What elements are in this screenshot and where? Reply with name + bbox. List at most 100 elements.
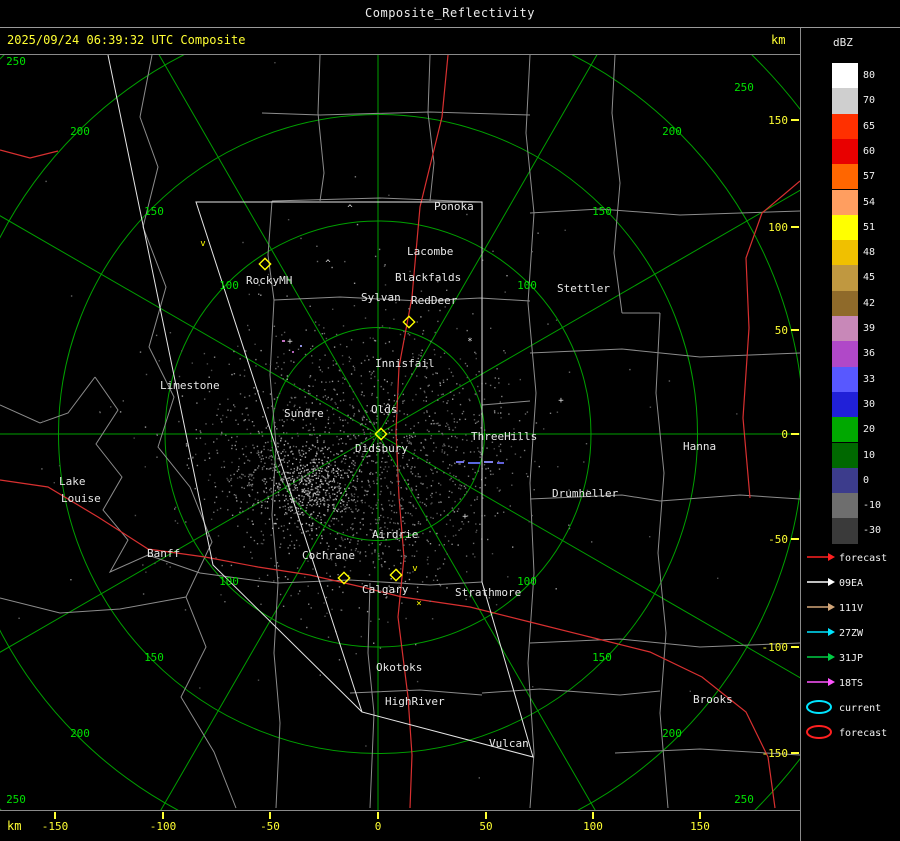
range-label: 250 [6, 793, 26, 806]
range-label: 150 [144, 205, 164, 218]
city-label: Brooks [693, 693, 733, 706]
x-axis-tick [485, 812, 487, 819]
legend-symbol-09EA [805, 574, 835, 593]
colorbar-value: 45 [863, 272, 875, 283]
radar-viewer-window: Composite_Reflectivity 2025/09/24 06:39:… [0, 0, 900, 841]
colorbar-value: 80 [863, 70, 875, 81]
colorbar-swatch [832, 316, 858, 341]
legend-symbol-31JP [805, 649, 835, 668]
radar-map-canvas: 2502001501001001502002501001502002501001… [0, 55, 800, 810]
y-axis-unit-label: km [771, 33, 785, 47]
colorbar-swatch [832, 114, 858, 139]
y-axis-label: 0 [781, 428, 788, 441]
city-label: Sylvan [361, 291, 401, 304]
legend-label: current [839, 703, 881, 714]
x-axis-tick [592, 812, 594, 819]
radar-map[interactable]: 2502001501001001502002501001502002501001… [0, 55, 800, 810]
range-label: 100 [219, 575, 239, 588]
colorbar-value: 39 [863, 323, 875, 334]
colorbar-swatch [832, 265, 858, 290]
range-label: 150 [592, 651, 612, 664]
x-axis-unit-label: km [7, 819, 21, 833]
city-label: RockyMH [246, 274, 292, 287]
legend-arrow-icon [805, 575, 835, 589]
legend-label: forecast [839, 728, 887, 739]
city-label: Lacombe [407, 245, 453, 258]
legend-symbol-27ZW [805, 624, 835, 643]
legend-item: 27ZW [805, 623, 863, 643]
city-label: Blackfalds [395, 271, 461, 284]
legend-item: forecast [805, 548, 887, 568]
city-label: Limestone [160, 379, 220, 392]
x-axis: km -150-100-50050100150 [0, 810, 800, 841]
city-label: Okotoks [376, 661, 422, 674]
colorbar-swatch [832, 417, 858, 442]
city-label: Lake [59, 475, 86, 488]
legend-item: 31JP [805, 648, 863, 668]
range-label: 250 [6, 55, 26, 68]
y-axis-label: -50 [768, 533, 788, 546]
city-label: Louise [61, 492, 101, 505]
legend-symbol-18TS [805, 674, 835, 693]
legend-item: 09EA [805, 573, 863, 593]
colorbar-swatch [832, 215, 858, 240]
legend-item: forecast [805, 723, 887, 743]
colorbar-value: 33 [863, 374, 875, 385]
legend-arrow-icon [805, 650, 835, 664]
legend-label: 31JP [839, 653, 863, 664]
legend-label: 18TS [839, 678, 863, 689]
colorbar-swatch [832, 367, 858, 392]
colorbar-value: -10 [863, 500, 881, 511]
wind-marker: v [412, 564, 417, 574]
colorbar-value: 30 [863, 399, 875, 410]
city-label: Calgary [362, 583, 409, 596]
city-label: Cochrane [302, 549, 355, 562]
x-axis-label: 0 [375, 820, 382, 833]
wind-marker: × [416, 599, 421, 609]
city-label: ThreeHills [471, 430, 537, 443]
colorbar-swatch [832, 341, 858, 366]
x-axis-label: 50 [479, 820, 492, 833]
range-label: 200 [70, 125, 90, 138]
colorbar-value: 48 [863, 247, 875, 258]
legend-arrow-icon [805, 550, 835, 564]
map-point-marker: + [287, 337, 293, 347]
y-axis-label: 150 [768, 114, 788, 127]
colorbar-value: 60 [863, 146, 875, 157]
map-point-marker: + [558, 396, 564, 406]
colorbar-value: 36 [863, 348, 875, 359]
legend-ellipse-icon [805, 724, 835, 740]
y-axis-label: 50 [775, 324, 788, 337]
colorbar-value: 65 [863, 121, 875, 132]
x-axis-label: -150 [42, 820, 69, 833]
x-axis-tick [699, 812, 701, 819]
x-axis-tick [54, 812, 56, 819]
legend-label: 111V [839, 603, 863, 614]
x-axis-tick [269, 812, 271, 819]
colorbar-title: dBZ [833, 36, 853, 49]
range-label: 200 [70, 727, 90, 740]
city-label: Vulcan [489, 737, 529, 750]
range-label: 150 [592, 205, 612, 218]
legend-label: 09EA [839, 578, 863, 589]
legend-label: 27ZW [839, 628, 863, 639]
city-label: Olds [371, 403, 398, 416]
colorbar-value: -30 [863, 525, 881, 536]
map-point-marker: ^ [347, 204, 353, 214]
city-label: Didsbury [355, 442, 408, 455]
range-label: 200 [662, 727, 682, 740]
legend-ellipse-icon [805, 699, 835, 715]
range-label: 250 [734, 81, 754, 94]
city-label: Hanna [683, 440, 716, 453]
city-label: Drumheller [552, 487, 619, 500]
y-axis-label: -100 [762, 641, 789, 654]
city-label: Banff [147, 547, 180, 560]
x-axis-tick [377, 812, 379, 819]
colorbar-value: 0 [863, 475, 869, 486]
colorbar-value: 51 [863, 222, 875, 233]
range-label: 150 [144, 651, 164, 664]
colorbar-swatch [832, 392, 858, 417]
x-axis-tick [162, 812, 164, 819]
window-title: Composite_Reflectivity [0, 0, 900, 28]
legend-label: forecast [839, 553, 887, 564]
